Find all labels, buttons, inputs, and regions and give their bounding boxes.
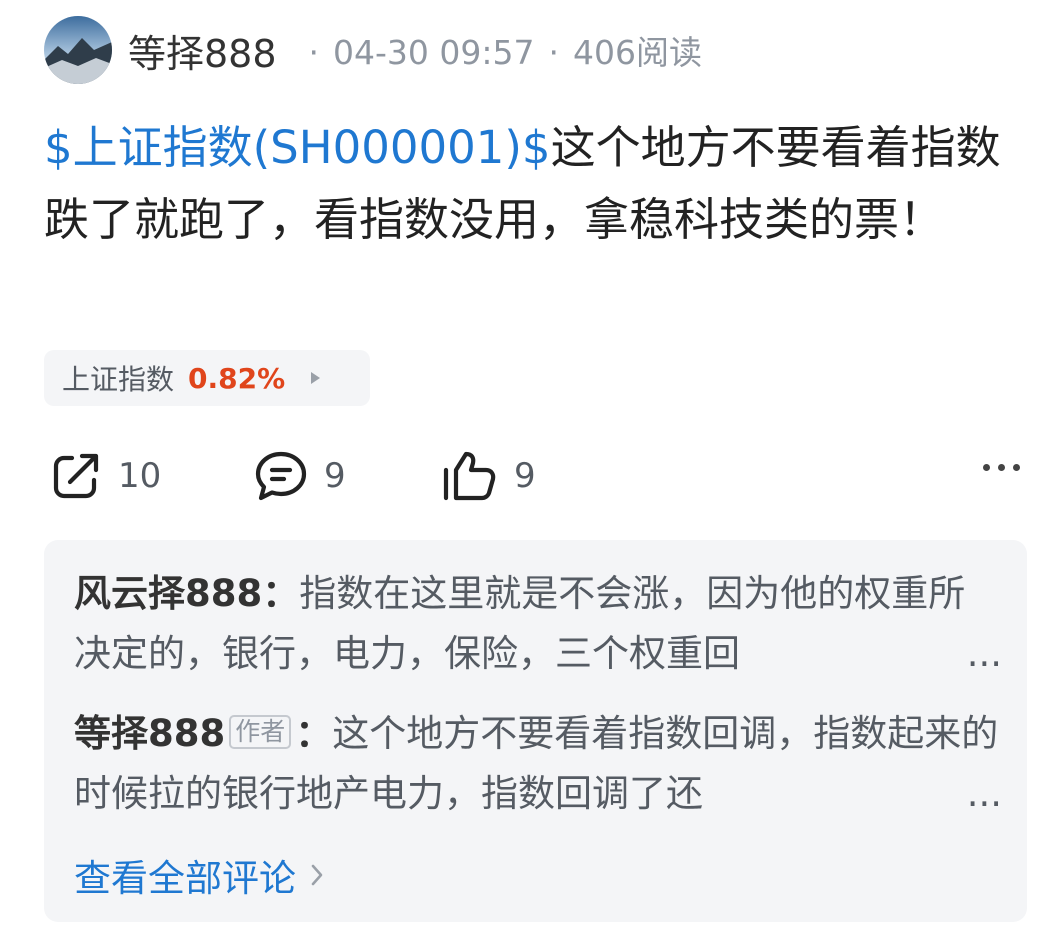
more-dot bbox=[1013, 464, 1020, 471]
share-count: 10 bbox=[118, 456, 162, 496]
comment-separator: ： bbox=[262, 572, 300, 615]
comment-ellipsis: ... bbox=[966, 772, 1002, 815]
comment-author[interactable]: 等择888 bbox=[74, 712, 225, 755]
stock-chip-name: 上证指数 bbox=[62, 363, 175, 396]
meta-separator: · bbox=[548, 33, 560, 72]
stock-chip[interactable]: 上证指数 0.82% bbox=[44, 350, 370, 406]
read-count: 406阅读 bbox=[573, 33, 703, 72]
view-all-comments-link[interactable]: 查看全部评论 bbox=[74, 848, 324, 902]
meta-separator: · bbox=[308, 33, 320, 72]
avatar[interactable] bbox=[44, 16, 112, 84]
like-button[interactable]: 9 bbox=[442, 446, 536, 506]
post-meta: · 04-30 09:57 · 406阅读 bbox=[295, 26, 702, 74]
chevron-right-icon bbox=[311, 864, 323, 886]
post-header: 等择888 · 04-30 09:57 · 406阅读 bbox=[44, 14, 702, 86]
action-bar: 10 9 9 bbox=[44, 446, 1024, 506]
view-all-label: 查看全部评论 bbox=[74, 857, 296, 900]
post-body: $上证指数(SH000001)$这个地方不要看着指数跌了就跑了，看指数没用，拿稳… bbox=[44, 112, 1024, 256]
more-dot bbox=[983, 464, 990, 471]
comment-button[interactable]: 9 bbox=[254, 446, 346, 506]
author-tag: 作者 bbox=[229, 715, 292, 749]
stock-chip-change: 0.82% bbox=[188, 361, 286, 395]
comment-separator: ： bbox=[295, 712, 333, 755]
comment-ellipsis: ... bbox=[966, 632, 1002, 675]
more-icon[interactable] bbox=[983, 464, 1020, 471]
comment-author[interactable]: 风云择888 bbox=[74, 572, 262, 615]
comments-panel: 风云择888：指数在这里就是不会涨，因为他的权重所决定的，银行，电力，保险，三个… bbox=[44, 540, 1027, 922]
comment-count: 9 bbox=[324, 456, 346, 496]
more-dot bbox=[998, 464, 1005, 471]
play-arrow-icon bbox=[311, 372, 321, 384]
share-button[interactable]: 10 bbox=[50, 446, 161, 506]
stock-link[interactable]: $上证指数(SH000001)$ bbox=[44, 121, 551, 174]
author-name[interactable]: 等择888 bbox=[128, 23, 277, 78]
share-icon bbox=[53, 453, 99, 499]
comment-icon bbox=[255, 451, 307, 501]
like-count: 9 bbox=[514, 456, 536, 496]
like-icon bbox=[443, 451, 496, 501]
post-timestamp: 04-30 09:57 bbox=[333, 33, 535, 72]
comment-item[interactable]: 风云择888：指数在这里就是不会涨，因为他的权重所决定的，银行，电力，保险，三个… bbox=[74, 564, 1002, 684]
comment-item[interactable]: 等择888 作者 ：这个地方不要看着指数回调，指数起来的时候拉的银行地产电力，指数回… bbox=[74, 704, 1002, 824]
